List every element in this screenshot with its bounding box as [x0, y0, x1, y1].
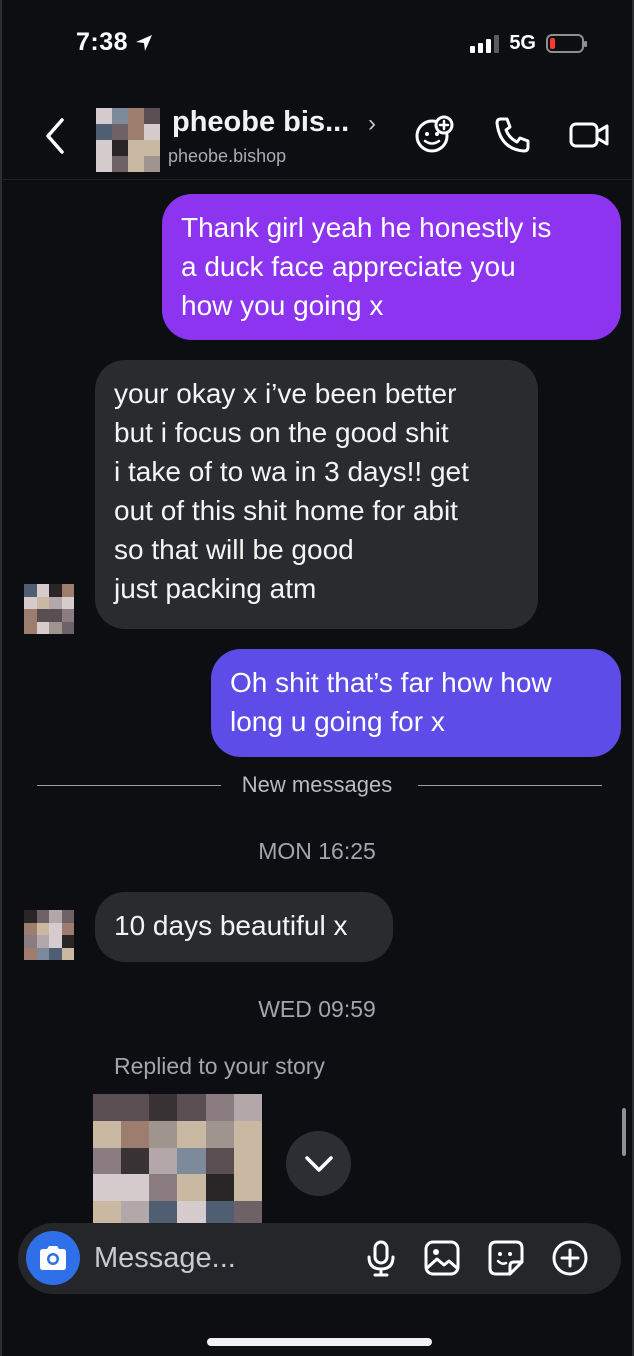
- video-camera-icon[interactable]: [568, 114, 610, 156]
- home-indicator[interactable]: [207, 1338, 432, 1346]
- camera-button[interactable]: [26, 1231, 80, 1285]
- battery-level: [550, 38, 555, 49]
- scroll-to-bottom-button[interactable]: [286, 1131, 351, 1196]
- gallery-icon[interactable]: [422, 1238, 462, 1278]
- battery-icon: [546, 34, 587, 53]
- sender-avatar[interactable]: [24, 584, 74, 634]
- story-reply-note: Replied to your story: [114, 1053, 325, 1079]
- scrollbar[interactable]: [622, 1108, 626, 1156]
- message-composer: [18, 1223, 621, 1294]
- chat-screen: 7:38 5G pheobe bis... › pheobe.bishop Th…: [0, 0, 634, 1356]
- timestamp: WED 09:59: [258, 996, 376, 1022]
- incoming-message[interactable]: 10 days beautiful x: [95, 892, 393, 962]
- microphone-icon[interactable]: [361, 1238, 401, 1278]
- plus-circle-icon[interactable]: [550, 1238, 590, 1278]
- timestamp: MON 16:25: [258, 838, 376, 864]
- cellular-signal-icon: [470, 34, 500, 53]
- chat-header: pheobe bis... › pheobe.bishop: [0, 88, 634, 180]
- sticker-icon[interactable]: [486, 1238, 526, 1278]
- status-time-text: 7:38: [76, 28, 129, 56]
- phone-icon[interactable]: [492, 114, 534, 156]
- chevron-down-icon: [304, 1155, 333, 1172]
- status-indicators: 5G: [470, 32, 587, 55]
- contact-name[interactable]: pheobe bis...: [172, 106, 349, 139]
- outgoing-message[interactable]: Oh shit that’s far how how long u going …: [211, 649, 621, 757]
- camera-icon: [40, 1246, 66, 1270]
- outgoing-message[interactable]: Thank girl yeah he honestly is a duck fa…: [162, 194, 621, 340]
- back-chevron-icon[interactable]: [38, 116, 72, 156]
- story-thumbnail[interactable]: [93, 1094, 262, 1228]
- location-arrow-icon: [136, 34, 153, 51]
- ai-sticker-icon[interactable]: [413, 114, 455, 156]
- incoming-message[interactable]: your okay x i’ve been better but i focus…: [95, 360, 538, 629]
- contact-avatar[interactable]: [96, 108, 160, 172]
- message-input[interactable]: [94, 1235, 354, 1281]
- new-messages-label: New messages: [241, 772, 393, 797]
- name-chevron-icon[interactable]: ›: [368, 110, 376, 138]
- sender-avatar[interactable]: [24, 910, 74, 960]
- status-time: 7:38: [76, 28, 154, 57]
- network-type: 5G: [509, 32, 536, 54]
- contact-username[interactable]: pheobe.bishop: [168, 146, 286, 167]
